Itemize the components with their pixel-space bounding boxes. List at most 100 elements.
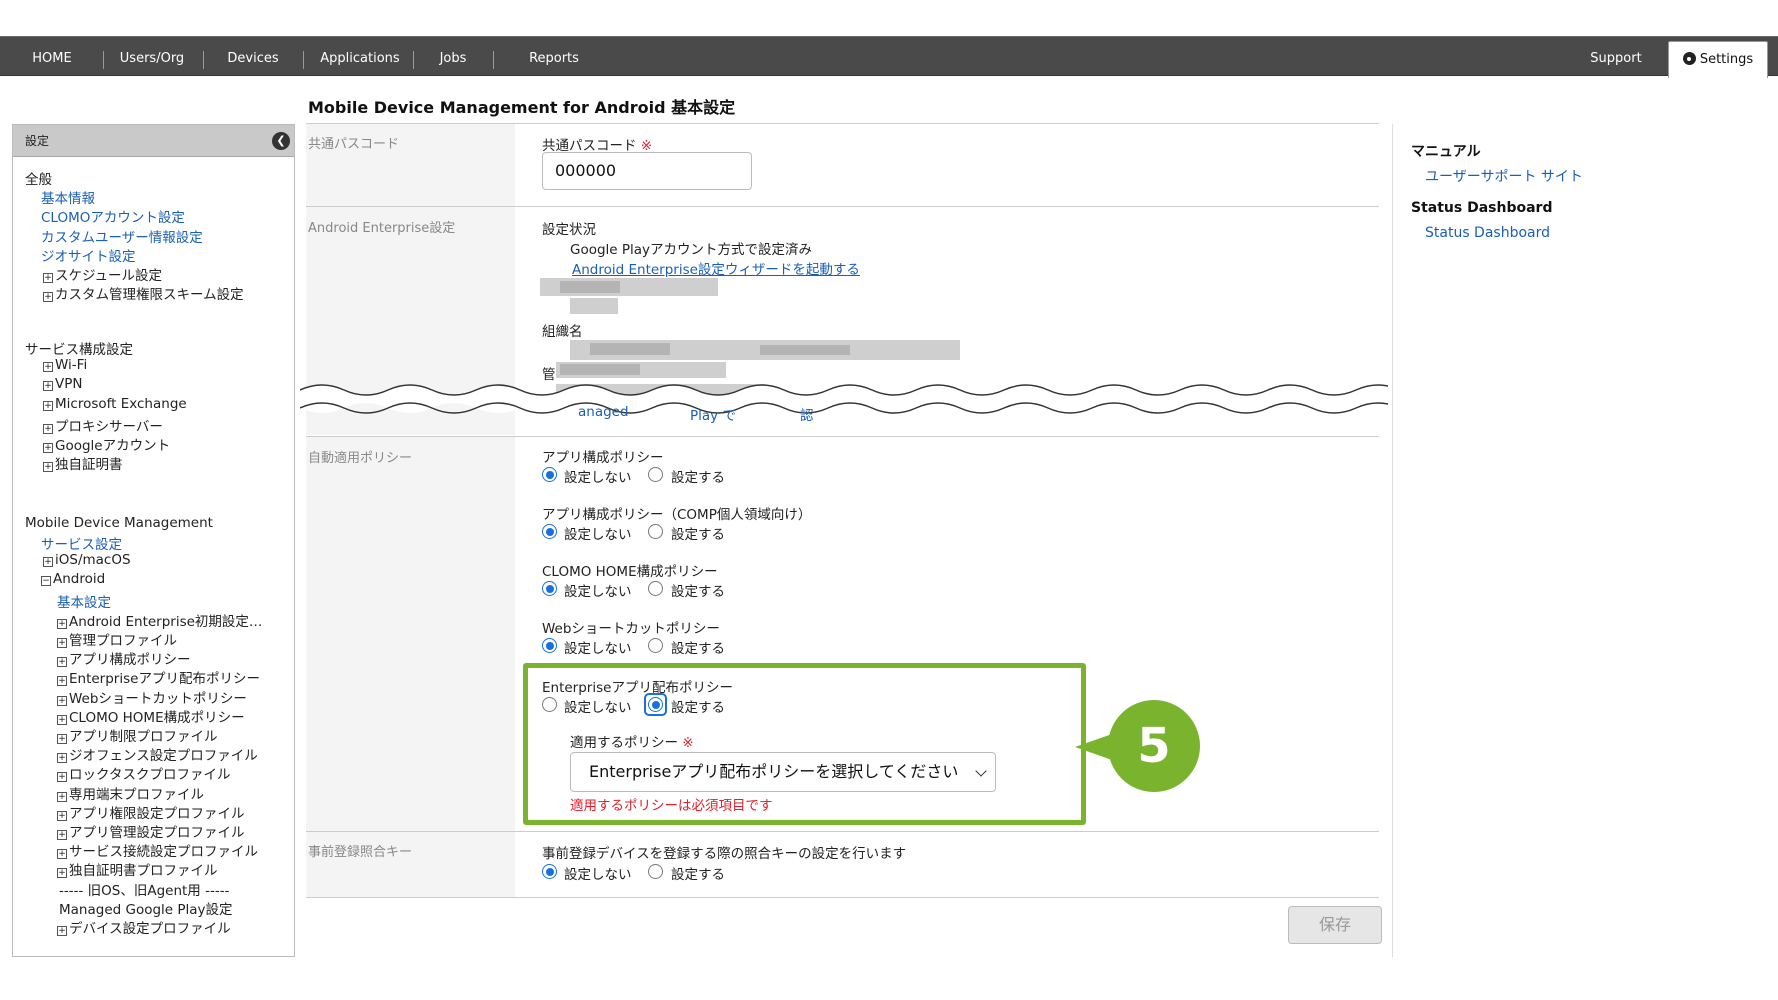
expand-icon[interactable]: + <box>57 714 67 725</box>
sidebar-item-label: 独自証明書 <box>55 457 123 474</box>
policy-off-radio[interactable] <box>542 467 557 482</box>
policy-on-radio[interactable] <box>648 524 663 539</box>
sidebar-item[interactable]: + プロキシサーバー <box>43 415 163 435</box>
sidebar-item[interactable]: + デバイス設定プロファイル <box>57 917 231 937</box>
expand-icon[interactable]: + <box>57 618 67 629</box>
sidebar-item[interactable]: + アプリ権限設定プロファイル <box>57 802 245 822</box>
sidebar-item[interactable]: + ロックタスクプロファイル <box>57 763 230 783</box>
row-divider <box>306 831 1379 832</box>
sidebar-item[interactable]: + 管理プロファイル <box>57 629 177 649</box>
row-divider <box>306 206 1379 207</box>
sidebar-item[interactable]: + Enterpriseアプリ配布ポリシー <box>57 667 260 687</box>
expand-icon[interactable]: + <box>43 362 53 373</box>
sidebar-item-label: アプリ管理設定プロファイル <box>69 825 245 841</box>
prereg-description: 事前登録デバイスを登録する際の照合キーの設定を行います <box>542 846 907 862</box>
sidebar-link[interactable]: 基本設定 <box>57 591 111 611</box>
nav-separator <box>413 51 414 69</box>
nav-reports[interactable]: Reports <box>522 37 586 77</box>
expand-icon[interactable]: + <box>43 423 53 434</box>
expand-icon[interactable]: + <box>43 400 53 411</box>
collapse-icon[interactable]: − <box>41 576 51 587</box>
sidebar-item-label: Enterpriseアプリ配布ポリシー <box>69 671 260 688</box>
expand-icon[interactable]: + <box>57 849 67 860</box>
sidebar-item[interactable]: + CLOMO HOME構成ポリシー <box>57 706 245 726</box>
sidebar-item[interactable]: + iOS/macOS <box>43 552 131 568</box>
sidebar-item-label: デバイス設定プロファイル <box>69 921 231 937</box>
sidebar-item[interactable]: + ジオフェンス設定プロファイル <box>57 744 258 764</box>
sidebar-item[interactable]: + アプリ制限プロファイル <box>57 725 218 745</box>
sidebar-link[interactable]: サービス設定 <box>41 533 122 553</box>
expand-icon[interactable]: + <box>57 657 67 668</box>
sidebar-item-label: プロキシサーバー <box>55 418 163 435</box>
wizard-link[interactable]: Android Enterprise設定ウィザードを起動する <box>572 258 860 278</box>
sidebar-item[interactable]: + Googleアカウント <box>43 434 170 454</box>
expand-icon[interactable]: + <box>57 810 67 821</box>
sidebar-item[interactable]: − Android <box>41 571 105 587</box>
nav-applications[interactable]: Applications <box>312 37 408 77</box>
expand-icon[interactable]: + <box>57 734 67 744</box>
sidebar-item-label: 独自証明書プロファイル <box>69 863 218 880</box>
nav-home[interactable]: HOME <box>24 37 80 77</box>
policy-off-radio[interactable] <box>542 524 557 539</box>
prereg-on-radio[interactable] <box>648 864 663 879</box>
nav-users-org[interactable]: Users/Org <box>112 37 192 77</box>
expand-icon[interactable]: + <box>43 381 53 392</box>
user-support-link[interactable]: ユーザーサポート サイト <box>1425 166 1583 186</box>
expand-icon[interactable]: + <box>57 791 67 802</box>
passcode-input[interactable]: 000000 <box>542 152 752 190</box>
nav-devices[interactable]: Devices <box>220 37 286 77</box>
expand-icon[interactable]: + <box>43 557 53 568</box>
prereg-off-radio[interactable] <box>542 864 557 879</box>
sidebar-item[interactable]: + Microsoft Exchange <box>43 396 187 412</box>
sidebar-item[interactable]: + 独自証明書 <box>43 453 123 473</box>
expand-icon[interactable]: + <box>57 753 67 764</box>
sidebar-item[interactable]: + Wi-Fi <box>43 357 87 373</box>
expand-icon[interactable]: + <box>43 462 53 473</box>
sidebar-link[interactable]: カスタムユーザー情報設定 <box>41 226 203 246</box>
expand-icon[interactable]: + <box>57 772 67 783</box>
policy-off-radio[interactable] <box>542 638 557 653</box>
status-dashboard-link[interactable]: Status Dashboard <box>1425 225 1550 241</box>
expand-icon[interactable]: + <box>57 695 67 706</box>
sidebar-item[interactable]: + スケジュール設定 <box>43 264 162 284</box>
sidebar-item-label: 基本設定 <box>57 594 111 611</box>
sidebar-item[interactable]: + Android Enterprise初期設定… <box>57 610 262 630</box>
sidebar-item[interactable]: + Webショートカットポリシー <box>57 687 247 707</box>
save-button[interactable]: 保存 <box>1288 906 1382 944</box>
sidebar-link[interactable]: CLOMOアカウント設定 <box>41 206 185 226</box>
sidebar-item[interactable]: + アプリ管理設定プロファイル <box>57 821 245 841</box>
sidebar-link[interactable]: ジオサイト設定 <box>41 245 136 265</box>
expand-icon[interactable]: + <box>43 292 53 303</box>
expand-icon[interactable]: + <box>57 676 67 687</box>
nav-settings-tab[interactable]: Settings <box>1668 41 1768 78</box>
policy-on-label: 設定する <box>671 584 725 600</box>
status-label: 設定状況 <box>542 222 596 238</box>
policy-on-radio[interactable] <box>648 467 663 482</box>
nav-separator <box>103 51 104 69</box>
policy-off-radio[interactable] <box>542 581 557 596</box>
policy-on-label: 設定する <box>671 470 725 486</box>
expand-icon[interactable]: + <box>57 638 67 648</box>
sidebar-link[interactable]: 基本情報 <box>41 187 95 207</box>
sidebar-item[interactable]: + アプリ構成ポリシー <box>57 648 191 668</box>
status-dashboard-title: Status Dashboard <box>1411 200 1553 216</box>
sidebar-header: 設定 ❮ <box>13 125 294 157</box>
expand-icon[interactable]: + <box>43 273 53 283</box>
sidebar-item-label: アプリ制限プロファイル <box>69 729 218 745</box>
expand-icon[interactable]: + <box>57 868 67 879</box>
expand-icon[interactable]: + <box>57 830 67 840</box>
policy-off-label: 設定しない <box>564 470 632 486</box>
expand-icon[interactable]: + <box>57 926 67 936</box>
sidebar-item[interactable]: + サービス接続設定プロファイル <box>57 840 258 860</box>
policy-on-radio[interactable] <box>648 581 663 596</box>
sidebar-item[interactable]: + 独自証明書プロファイル <box>57 859 218 879</box>
sidebar-item[interactable]: + VPN <box>43 376 82 392</box>
expand-icon[interactable]: + <box>43 443 53 453</box>
policy-on-radio[interactable] <box>648 638 663 653</box>
sidebar-collapse-button[interactable]: ❮ <box>272 132 290 150</box>
sidebar-item[interactable]: + 専用端末プロファイル <box>57 783 204 803</box>
sidebar-item[interactable]: + カスタム管理権限スキーム設定 <box>43 283 244 303</box>
cropped-link-fragment: 認 <box>800 408 814 424</box>
nav-support[interactable]: Support <box>1580 37 1652 77</box>
nav-jobs[interactable]: Jobs <box>425 37 481 77</box>
